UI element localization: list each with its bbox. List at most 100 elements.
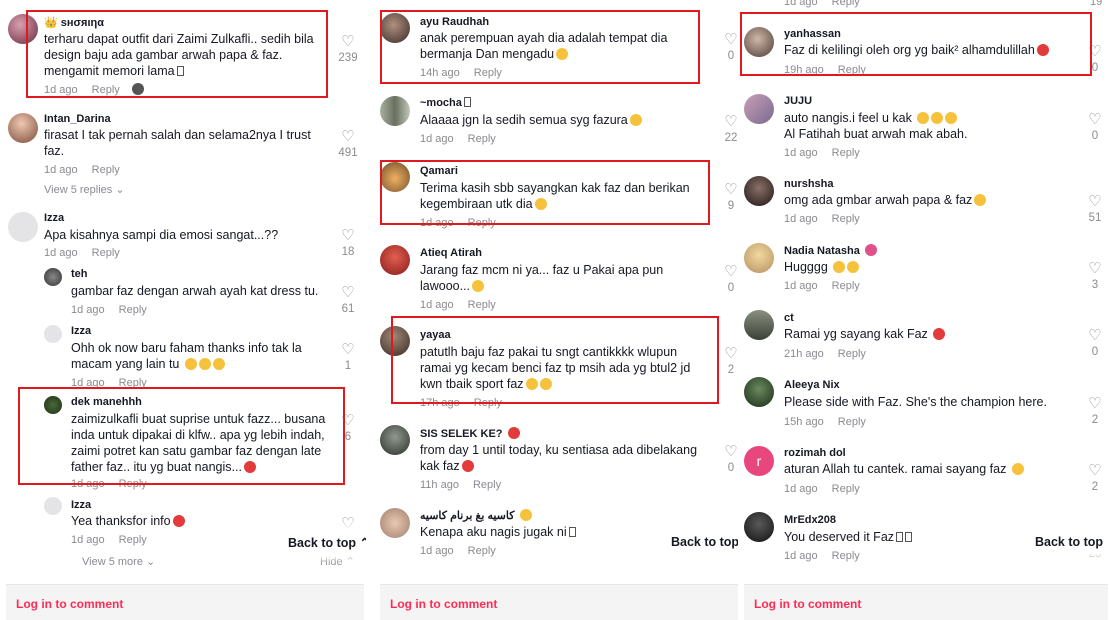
reply-button[interactable]: Reply: [838, 348, 866, 360]
reply-button[interactable]: Reply: [468, 299, 496, 311]
reply-button[interactable]: Reply: [474, 397, 502, 409]
user-avatar[interactable]: [744, 243, 774, 273]
comments-panel-3: 1d ago Reply 19 yanhassan Faz di keliling…: [738, 0, 1110, 620]
login-link[interactable]: Log in to comment: [390, 597, 497, 611]
comment-meta: 21h ago Reply: [784, 348, 866, 360]
like-button[interactable]: ♡ 0: [1080, 328, 1110, 359]
like-button[interactable]: ♡ 239: [333, 34, 363, 65]
reply-button[interactable]: Reply: [92, 164, 120, 176]
username[interactable]: Intan_Darina: [44, 113, 111, 125]
username[interactable]: Izza: [44, 212, 64, 224]
reply-button[interactable]: Reply: [832, 280, 860, 292]
user-avatar[interactable]: [380, 162, 410, 192]
back-to-top-button[interactable]: Back to top: [1027, 530, 1110, 554]
user-avatar[interactable]: [744, 27, 774, 57]
login-link[interactable]: Log in to comment: [16, 597, 123, 611]
back-to-top-button[interactable]: Back to top: [663, 530, 740, 554]
like-button[interactable]: ♡ 0: [1080, 112, 1110, 143]
view-replies-link[interactable]: View 5 replies ⌄: [44, 183, 125, 196]
comment-meta: 1d ago Reply: [784, 213, 860, 225]
comment-meta: 1d ago Reply: [420, 299, 496, 311]
reply-button[interactable]: Reply: [473, 479, 501, 491]
like-button[interactable]: ♡ 1: [333, 342, 363, 373]
username[interactable]: Aleeya Nix: [784, 379, 840, 391]
reply-button[interactable]: Reply: [832, 213, 860, 225]
reply-button[interactable]: Reply: [92, 84, 120, 96]
username[interactable]: Atieq Atirah: [420, 247, 482, 259]
user-avatar[interactable]: [8, 113, 38, 143]
view-more-link[interactable]: View 5 more ⌄: [82, 555, 155, 568]
username[interactable]: teh: [71, 268, 88, 280]
username[interactable]: SIS SELEK KE?: [420, 427, 520, 440]
reply-button[interactable]: Reply: [119, 377, 147, 389]
reply-button[interactable]: Reply: [119, 534, 147, 546]
reply-button[interactable]: Reply: [832, 0, 860, 8]
hide-replies-link[interactable]: Hide ⌃: [320, 555, 355, 568]
username[interactable]: Izza: [71, 499, 91, 511]
username[interactable]: Qamari: [420, 165, 458, 177]
user-avatar[interactable]: [744, 310, 774, 340]
username[interactable]: 👑 ѕнσяιηα: [44, 16, 104, 29]
login-link[interactable]: Log in to comment: [754, 597, 861, 611]
user-avatar[interactable]: [744, 377, 774, 407]
like-button[interactable]: ♡ 51: [1080, 194, 1110, 225]
like-button[interactable]: ♡ 6: [333, 413, 363, 444]
user-avatar[interactable]: r: [744, 446, 774, 476]
username[interactable]: كاسيه بغ برنام كاسيه: [420, 509, 532, 522]
reply-button[interactable]: Reply: [838, 416, 866, 428]
reply-button[interactable]: Reply: [468, 217, 496, 229]
user-avatar[interactable]: [744, 512, 774, 542]
like-button[interactable]: ♡ 61: [333, 285, 363, 316]
user-avatar[interactable]: [8, 212, 38, 242]
reply-button[interactable]: Reply: [119, 478, 147, 490]
username[interactable]: ~mocha: [420, 97, 471, 109]
username[interactable]: JUJU: [784, 95, 812, 107]
user-avatar[interactable]: [380, 326, 410, 356]
user-avatar[interactable]: [380, 13, 410, 43]
user-avatar[interactable]: [380, 508, 410, 538]
user-avatar[interactable]: [380, 96, 410, 126]
user-avatar[interactable]: [44, 268, 62, 286]
reply-button[interactable]: Reply: [832, 550, 860, 562]
reply-button[interactable]: Reply: [474, 67, 502, 79]
like-button[interactable]: ♡ 3: [1080, 261, 1110, 292]
like-button[interactable]: ♡ 18: [333, 228, 363, 259]
username[interactable]: ayu Raudhah: [420, 16, 489, 28]
reply-button[interactable]: Reply: [832, 147, 860, 159]
user-avatar[interactable]: [44, 497, 62, 515]
user-avatar[interactable]: [744, 94, 774, 124]
user-avatar[interactable]: [44, 396, 62, 414]
like-button[interactable]: ♡ 2: [1080, 463, 1110, 494]
like-button[interactable]: ♡ 22: [716, 114, 740, 145]
like-button[interactable]: ♡ 2: [1080, 396, 1110, 427]
username[interactable]: MrEdx208: [784, 514, 836, 526]
username[interactable]: yanhassan: [784, 28, 841, 40]
like-button[interactable]: ♡ 0: [716, 32, 740, 63]
back-to-top-button[interactable]: Back to top ⌃: [280, 530, 366, 555]
username[interactable]: Izza: [71, 325, 91, 337]
like-button[interactable]: ♡ 0: [1080, 44, 1110, 75]
username[interactable]: rozimah dol: [784, 447, 846, 459]
reply-button[interactable]: Reply: [838, 64, 866, 76]
reply-button[interactable]: Reply: [92, 247, 120, 259]
like-button[interactable]: ♡ 491: [333, 129, 363, 160]
like-button[interactable]: ♡ 0: [716, 444, 740, 475]
user-avatar[interactable]: [8, 14, 38, 44]
user-avatar[interactable]: [380, 425, 410, 455]
like-button[interactable]: ♡ 0: [716, 264, 740, 295]
reply-button[interactable]: Reply: [119, 304, 147, 316]
username[interactable]: nurshsha: [784, 178, 834, 190]
username[interactable]: yayaa: [420, 329, 451, 341]
username[interactable]: ct: [784, 312, 794, 324]
reply-button[interactable]: Reply: [832, 483, 860, 495]
reply-button[interactable]: Reply: [468, 545, 496, 557]
like-button[interactable]: ♡ 2: [716, 346, 740, 377]
like-button[interactable]: ♡ 9: [716, 182, 740, 213]
user-avatar[interactable]: [744, 176, 774, 206]
reply-button[interactable]: Reply: [468, 133, 496, 145]
user-avatar[interactable]: [380, 245, 410, 275]
user-avatar[interactable]: [44, 325, 62, 343]
comment-text: Jarang faz mcm ni ya... faz u Pakai apa …: [420, 263, 664, 293]
username[interactable]: dek manehhh: [71, 396, 142, 408]
username[interactable]: Nadia Natasha: [784, 244, 877, 257]
